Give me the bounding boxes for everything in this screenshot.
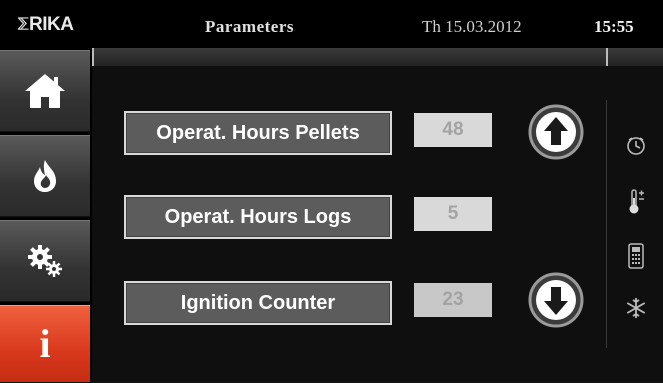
sub-bar: [92, 48, 663, 66]
scroll-down-button[interactable]: [528, 272, 584, 328]
divider: [606, 100, 607, 348]
param-ignition-counter-button[interactable]: Ignition Counter: [124, 281, 392, 325]
logo-text: RIKA: [29, 14, 74, 35]
divider: [92, 48, 94, 66]
remote-icon: [624, 243, 648, 269]
info-icon: i: [39, 321, 51, 366]
nav-info-button[interactable]: i: [0, 305, 90, 383]
param-value-logs: 5: [414, 197, 492, 231]
divider: [606, 48, 608, 66]
top-bar: ⅀RIKA Parameters Th 15.03.2012 15:55: [0, 0, 663, 48]
nav-settings-button[interactable]: [0, 220, 90, 302]
arrow-down-icon: [528, 272, 584, 328]
param-operating-hours-logs-button[interactable]: Operat. Hours Logs: [124, 195, 392, 239]
nav-home-button[interactable]: [0, 50, 90, 132]
page-title: Parameters: [205, 17, 295, 36]
nav-heating-button[interactable]: [0, 135, 90, 217]
param-operating-hours-pellets-button[interactable]: Operat. Hours Pellets: [124, 111, 392, 155]
param-value-pellets: 48: [414, 113, 492, 147]
settings-gears-icon: [28, 245, 62, 277]
arrow-up-icon: [528, 104, 584, 160]
snowflake-icon: [624, 296, 648, 320]
time-display: 15:55: [594, 17, 634, 36]
brand-logo: ⅀RIKA: [18, 14, 74, 36]
flame-icon: [34, 160, 56, 192]
date-display: Th 15.03.2012: [422, 17, 522, 36]
thermometer-icon: [624, 189, 648, 214]
param-value-ignition: 23: [414, 283, 492, 317]
scroll-up-button[interactable]: [528, 104, 584, 160]
screen: ⅀RIKA Parameters Th 15.03.2012 15:55 i O…: [0, 0, 663, 383]
home-icon: [25, 74, 65, 108]
side-nav: i: [0, 48, 92, 383]
clock-icon: [624, 134, 648, 158]
logo-flame-icon: ⅀: [18, 15, 29, 30]
